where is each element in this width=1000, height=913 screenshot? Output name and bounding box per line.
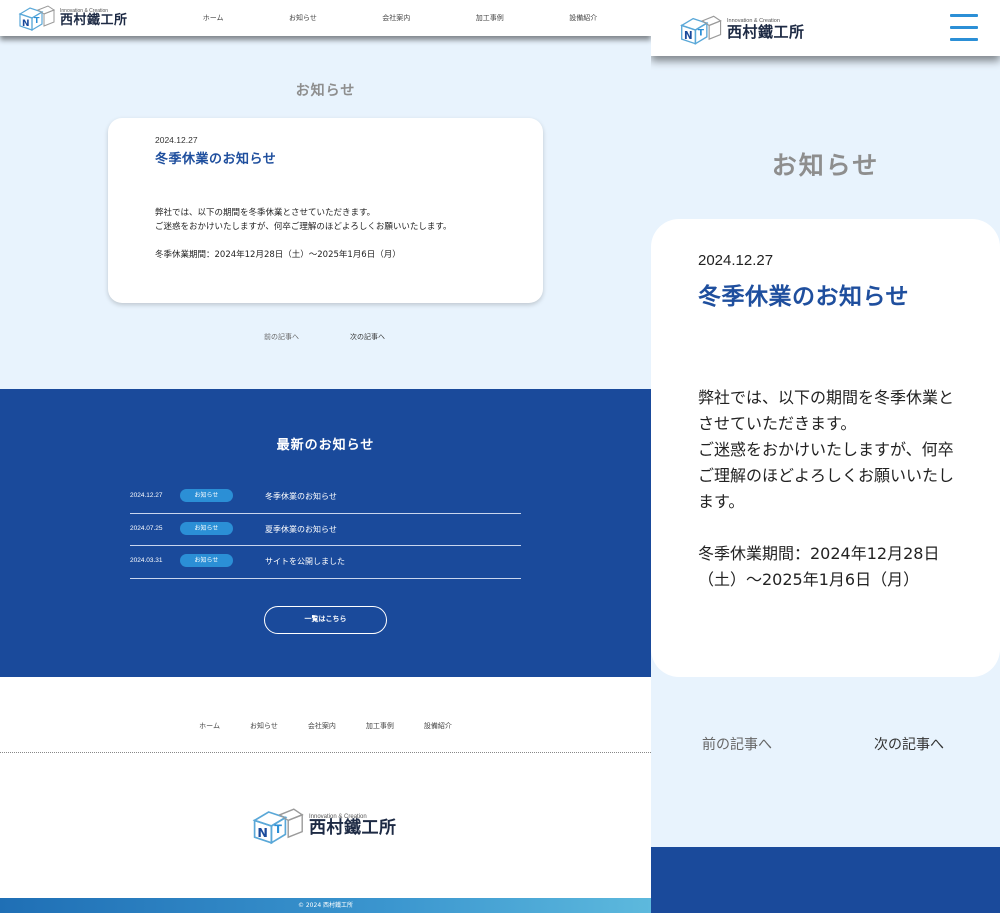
logo-company-name: 西村鐵工所 — [727, 22, 805, 41]
copyright-bar: © 2024 西村鐵工所 — [0, 898, 651, 913]
category-badge: お知らせ — [180, 554, 233, 567]
site-logo[interactable]: N T Innovation & Creation 西村鐵工所 — [677, 14, 805, 46]
nav-item-company[interactable]: 会社案内 — [382, 13, 410, 23]
news-item-date: 2024.07.25 — [130, 524, 163, 532]
site-header: N T Innovation & Creation 西村鐵工所 ホーム お知らせ… — [0, 0, 651, 36]
news-item-title[interactable]: 夏季休業のお知らせ — [265, 524, 337, 535]
article-body-line-1: 弊社では、以下の期間を冬季休業とさせていただきます。 — [698, 388, 955, 433]
category-badge: お知らせ — [180, 521, 233, 535]
svg-text:N: N — [257, 825, 268, 840]
article-body: 弊社では、以下の期間を冬季休業とさせていただきます。 ご迷惑をおかけいたしますが… — [155, 206, 525, 276]
news-item[interactable]: 2024.07.25 お知らせ 夏季休業のお知らせ — [130, 514, 521, 546]
article-card: 2024.12.27 冬季休業のお知らせ 弊社では、以下の期間を冬季休業とさせて… — [108, 118, 543, 303]
news-item-date: 2024.12.27 — [130, 492, 163, 499]
mobile-view: N T Innovation & Creation 西村鐵工所 お知らせ 202… — [651, 0, 1000, 913]
article-title: 冬季休業のお知らせ — [698, 284, 910, 310]
footer-divider — [0, 752, 651, 753]
article-body-line-1: 弊社では、以下の期間を冬季休業とさせていただきます。 — [155, 208, 376, 218]
article-period: 冬季休業期間：2024年12月28日（土）～2025年1月6日（月） — [155, 250, 401, 260]
footer-nav-equipment[interactable]: 設備紹介 — [424, 721, 452, 731]
article-body: 弊社では、以下の期間を冬季休業とさせていただきます。 ご迷惑をおかけいたしますが… — [698, 385, 958, 619]
news-item-title[interactable]: サイトを公開しました — [265, 556, 345, 567]
latest-news-title: 最新のお知らせ — [276, 438, 375, 453]
article-card: 2024.12.27 冬季休業のお知らせ 弊社では、以下の期間を冬季休業とさせて… — [651, 219, 1000, 677]
nt-cube-logo-icon: N T — [252, 808, 304, 845]
footer-nav-works[interactable]: 加工事例 — [366, 721, 394, 731]
svg-text:N: N — [22, 19, 30, 29]
footer-nav-company[interactable]: 会社案内 — [308, 721, 336, 731]
footer-nav: ホーム お知らせ 会社案内 加工事例 設備紹介 — [0, 721, 651, 731]
article-date: 2024.12.27 — [698, 252, 774, 269]
page-title: お知らせ — [295, 83, 356, 99]
next-article-link[interactable]: 次の記事へ — [350, 332, 385, 342]
prev-article-link[interactable]: 前の記事へ — [264, 332, 299, 342]
news-list: 2024.12.27 お知らせ 冬季休業のお知らせ 2024.07.25 お知ら… — [130, 481, 521, 579]
svg-text:T: T — [274, 823, 282, 836]
article-title: 冬季休業のお知らせ — [155, 152, 277, 167]
article-body-line-2: ご迷惑をおかけいたしますが、何卒ご理解のほどよろしくお願いいたします。 — [155, 222, 452, 232]
footer-logo[interactable]: N T Innovation & Creation 西村鐵工所 — [249, 806, 397, 846]
nt-cube-logo-icon: N T — [680, 15, 722, 45]
logo-company-name: 西村鐵工所 — [60, 12, 128, 28]
mobile-header: N T Innovation & Creation 西村鐵工所 — [651, 0, 1000, 56]
nt-cube-logo-icon: N T — [18, 5, 56, 32]
footer-nav-news[interactable]: お知らせ — [250, 721, 278, 731]
article-period: 冬季休業期間：2024年12月28日（土）～2025年1月6日（月） — [698, 544, 940, 589]
news-item[interactable]: 2024.12.27 お知らせ 冬季休業のお知らせ — [130, 481, 521, 514]
site-logo[interactable]: N T Innovation & Creation 西村鐵工所 — [16, 4, 128, 32]
logo-company-name: 西村鐵工所 — [309, 818, 397, 839]
article-pager: 前の記事へ 次の記事へ — [0, 332, 651, 344]
nav-item-news[interactable]: お知らせ — [289, 13, 317, 23]
site-footer: ホーム お知らせ 会社案内 加工事例 設備紹介 N T Innovation &… — [0, 677, 651, 913]
nav-item-works[interactable]: 加工事例 — [476, 13, 504, 23]
prev-article-link[interactable]: 前の記事へ — [702, 734, 772, 754]
footer-nav-home[interactable]: ホーム — [199, 721, 220, 731]
next-article-link[interactable]: 次の記事へ — [874, 734, 944, 754]
article-body-line-2: ご迷惑をおかけいたしますが、何卒ご理解のほどよろしくお願いいたします。 — [698, 440, 955, 511]
article-date: 2024.12.27 — [155, 135, 198, 145]
view-all-news-button[interactable]: 一覧はこちら — [264, 606, 387, 634]
category-badge: お知らせ — [180, 489, 233, 502]
latest-news-section — [651, 847, 1000, 913]
page-title: お知らせ — [771, 151, 880, 180]
nav-item-home[interactable]: ホーム — [203, 13, 224, 23]
svg-text:N: N — [684, 30, 693, 42]
news-item-date: 2024.03.31 — [130, 557, 163, 564]
news-item[interactable]: 2024.03.31 お知らせ サイトを公開しました — [130, 546, 521, 579]
article-pager: 前の記事へ 次の記事へ — [651, 734, 1000, 754]
svg-text:T: T — [34, 16, 40, 25]
global-nav: ホーム お知らせ 会社案内 加工事例 設備紹介 — [170, 0, 630, 36]
nav-item-equipment[interactable]: 設備紹介 — [569, 13, 597, 23]
svg-text:T: T — [698, 29, 705, 39]
news-item-title[interactable]: 冬季休業のお知らせ — [265, 491, 337, 502]
desktop-view: N T Innovation & Creation 西村鐵工所 ホーム お知らせ… — [0, 0, 651, 913]
hamburger-menu-icon[interactable] — [950, 14, 978, 42]
latest-news-section: 最新のお知らせ 2024.12.27 お知らせ 冬季休業のお知らせ 2024.0… — [0, 389, 651, 677]
